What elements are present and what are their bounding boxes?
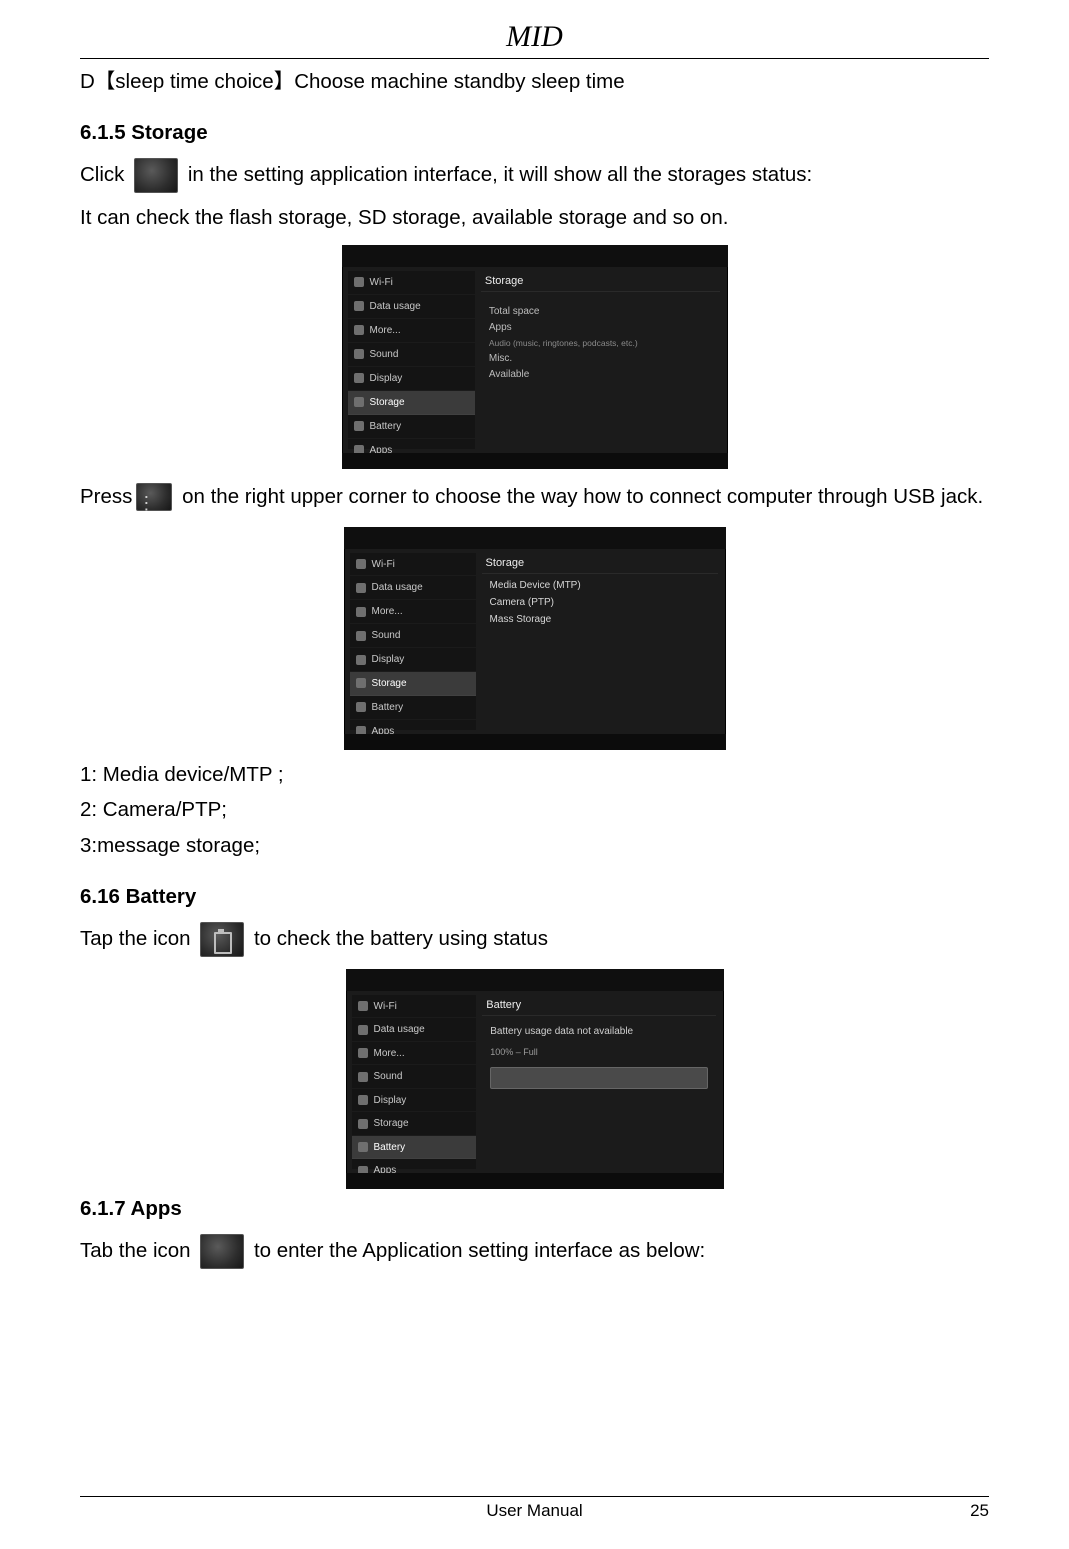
page: MID D【sleep time choice】Choose machine s…	[0, 0, 1069, 1549]
overflow-menu-icon	[136, 483, 172, 511]
storage-para-2: It can check the flash storage, SD stora…	[80, 201, 989, 235]
usb-opt-mtp: Media Device (MTP)	[490, 580, 710, 591]
ss-row-wifi: Wi-Fi	[350, 553, 476, 577]
ss-main: Battery Battery usage data not available…	[482, 995, 715, 1169]
ss-row-battery: Battery	[350, 696, 476, 720]
ss-main-title: Battery	[482, 995, 715, 1016]
usb-opt-mass: Mass Storage	[490, 614, 710, 625]
ss-avail: Available	[489, 369, 712, 380]
sleep-time-line: D【sleep time choice】Choose machine stand…	[80, 65, 989, 99]
text-span: to check the battery using status	[254, 927, 548, 950]
battery-icon	[200, 922, 244, 957]
ss-row-display: Display	[348, 367, 475, 391]
ss-misc: Misc.	[489, 353, 712, 364]
rule-top	[80, 58, 989, 59]
text-span: Tap the icon	[80, 927, 196, 950]
ss-row-storage: Storage	[350, 672, 476, 696]
ss-row-data: Data usage	[348, 295, 475, 319]
battery-sub: 100% – Full	[490, 1047, 707, 1057]
battery-para: Tap the icon to check the battery using …	[80, 919, 989, 959]
usb-list-1: 1: Media device/MTP ;	[80, 758, 989, 792]
heading-battery: 6.16 Battery	[80, 885, 989, 909]
ss-row-data: Data usage	[352, 1018, 477, 1041]
ss-row-storage: Storage	[352, 1112, 477, 1135]
ss-row-sound: Sound	[350, 624, 476, 648]
apps-icon	[200, 1234, 244, 1269]
storage-icon	[134, 158, 178, 193]
storage-para-1: Click in the setting application interfa…	[80, 155, 989, 195]
ss-row-more: More...	[348, 319, 475, 343]
ss-top	[344, 527, 726, 549]
ss-sidebar: Wi-Fi Data usage More... Sound Display S…	[350, 553, 476, 730]
screenshot-settings-battery: Wi-Fi Data usage More... Sound Display S…	[346, 969, 724, 1189]
ss-row-sound: Sound	[352, 1065, 477, 1088]
footer-spacer	[80, 1501, 130, 1521]
page-number: 25	[939, 1501, 989, 1521]
text-span: to enter the Application setting interfa…	[254, 1239, 705, 1262]
screenshot-settings-usb: Wi-Fi Data usage More... Sound Display S…	[344, 527, 726, 750]
footer: User Manual 25	[80, 1496, 989, 1521]
ss-sidebar: Wi-Fi Data usage More... Sound Display S…	[348, 271, 475, 449]
ss-top	[342, 245, 728, 267]
ss-row-sound: Sound	[348, 343, 475, 367]
battery-button	[490, 1067, 707, 1089]
rule-bottom	[80, 1496, 989, 1497]
ss-main-title: Storage	[482, 553, 718, 574]
footer-label: User Manual	[130, 1501, 939, 1521]
ss-bottom	[344, 734, 726, 750]
ss-row-more: More...	[350, 600, 476, 624]
ss-total: Total space	[489, 306, 712, 317]
ss-row-battery: Battery	[348, 415, 475, 439]
heading-apps: 6.1.7 Apps	[80, 1197, 989, 1221]
usb-opt-ptp: Camera (PTP)	[490, 597, 710, 608]
footer-row: User Manual 25	[80, 1501, 989, 1521]
doc-header-title: MID	[80, 20, 989, 54]
ss-sidebar: Wi-Fi Data usage More... Sound Display S…	[352, 995, 477, 1169]
ss-bottom	[346, 1173, 724, 1189]
screenshot-settings-storage: Wi-Fi Data usage More... Sound Display S…	[342, 245, 728, 469]
ss-row-more: More...	[352, 1042, 477, 1065]
text-span: in the setting application interface, it…	[188, 163, 812, 186]
text-span: Press	[80, 485, 132, 508]
ss-apps: Apps	[489, 322, 712, 333]
ss-bottom	[342, 453, 728, 469]
ss-top	[346, 969, 724, 991]
ss-row-wifi: Wi-Fi	[352, 995, 477, 1018]
text-span: on the right upper corner to choose the …	[182, 485, 983, 508]
ss-row-battery: Battery	[352, 1136, 477, 1159]
text-span: Tab the icon	[80, 1239, 196, 1262]
storage-para-3: Press on the right upper corner to choos…	[80, 477, 989, 517]
usb-list-2: 2: Camera/PTP;	[80, 793, 989, 827]
ss-row-display: Display	[350, 648, 476, 672]
ss-main-title: Storage	[481, 271, 720, 292]
apps-para: Tab the icon to enter the Application se…	[80, 1231, 989, 1271]
battery-info: Battery usage data not available	[490, 1026, 707, 1037]
ss-row-storage: Storage	[348, 391, 475, 415]
ss-audio: Audio (music, ringtones, podcasts, etc.)	[489, 338, 712, 348]
ss-main: Storage Media Device (MTP) Camera (PTP) …	[482, 553, 718, 730]
ss-row-display: Display	[352, 1089, 477, 1112]
ss-main: Storage Total space Apps Audio (music, r…	[481, 271, 720, 449]
heading-storage: 6.1.5 Storage	[80, 121, 989, 145]
ss-row-data: Data usage	[350, 576, 476, 600]
usb-list-3: 3:message storage;	[80, 829, 989, 863]
ss-row-wifi: Wi-Fi	[348, 271, 475, 295]
text-span: Click	[80, 163, 130, 186]
